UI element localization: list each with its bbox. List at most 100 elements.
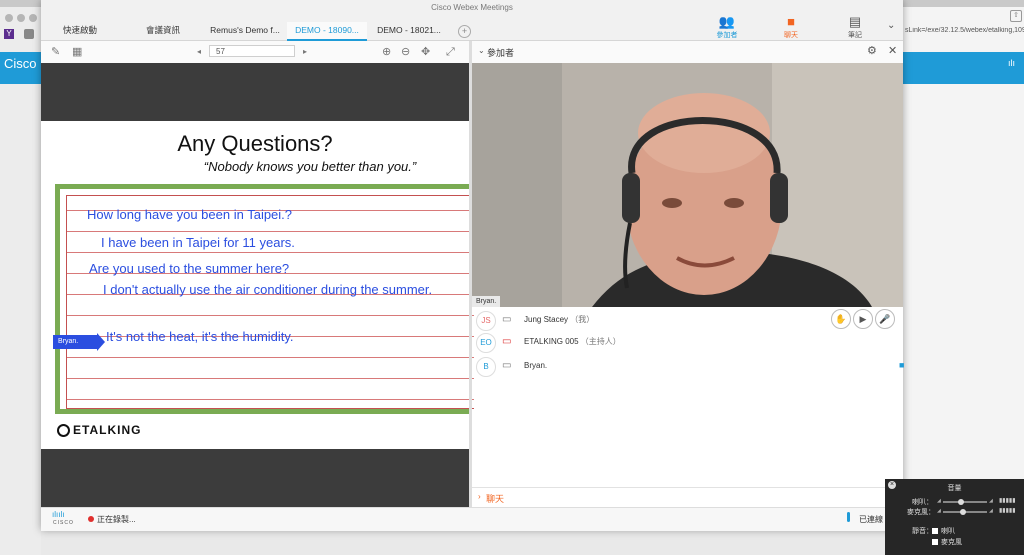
chat-button-label: 聊天 — [784, 32, 798, 39]
etalking-logo: ETALKING — [57, 423, 142, 438]
monitor-icon: ▭ — [502, 314, 512, 325]
tab-quick-start[interactable]: 快速啟動 — [41, 22, 119, 39]
browser-url-fragment: sLink=/exe/32.12.5/webex/etalking,1091 — [905, 27, 1024, 34]
participants-button-label: 參加者 — [716, 32, 738, 39]
mic-level-meter: ▮▮▮▮▮ — [999, 508, 1016, 514]
checkbox-icon — [932, 528, 938, 535]
monitor-icon: ▭ — [502, 360, 512, 371]
document-toolbar: ✎ ▦ ◂ 57 ▸ ⊕ ⊖ ✥ ⤢ — [41, 41, 469, 64]
mic-high-icon: ◢ — [989, 508, 993, 514]
fullscreen-icon[interactable]: ⤢ — [446, 45, 455, 59]
slide-line-5: It's not the heat, it's the humidity. — [106, 329, 294, 344]
tab-demo-18090[interactable]: DEMO - 18090... — [287, 22, 367, 41]
browser-right-area — [903, 7, 1024, 555]
mute-speaker-checkbox[interactable]: 喇叭 — [932, 526, 955, 536]
grid-icon[interactable]: ▦ — [72, 45, 82, 59]
speaker-volume-knob[interactable] — [958, 499, 964, 505]
expand-chevron-icon[interactable]: › — [478, 492, 481, 501]
slide-line-1: How long have you been in Taipei.? — [87, 207, 293, 222]
speaker-volume-slider[interactable] — [943, 499, 987, 505]
fit-view-icon[interactable]: ✥ — [421, 45, 430, 59]
slide-title: Any Questions? — [177, 131, 333, 156]
participant-row[interactable]: EO ▭ ETALKING 005 （主持人） — [472, 331, 903, 353]
participants-icon: 👥 — [718, 14, 736, 29]
window-title: Cisco Webex Meetings — [431, 3, 513, 12]
participants-panel-header: ⌄ 參加者 ⚙ ✕ — [472, 41, 903, 64]
notes-button[interactable]: ▤ 筆記 — [839, 14, 871, 40]
background-brand-bar-right — [903, 52, 1024, 84]
speaker-label: 喇叭： — [912, 499, 933, 506]
participants-button[interactable]: 👥 參加者 — [711, 14, 743, 40]
zoom-in-icon[interactable]: ⊕ — [382, 45, 391, 59]
pen-icon[interactable]: ✎ — [51, 45, 60, 59]
etalking-logo-icon — [57, 424, 70, 438]
window-zoom-dot[interactable] — [29, 14, 37, 22]
window-close-dot[interactable] — [5, 14, 13, 22]
volume-title: 音量 — [947, 485, 962, 492]
webex-window: Cisco Webex Meetings 快速啟動 會議資訊 Remus's D… — [41, 0, 905, 531]
tab-meeting-info[interactable]: 會議資訊 — [123, 22, 203, 39]
participant-row[interactable]: B ▭ Bryan. ■ — [472, 355, 905, 377]
etalking-logo-text: ETALKING — [73, 423, 142, 437]
slide-line-3: Are you used to the summer here? — [89, 261, 290, 276]
next-page-icon[interactable]: ▸ — [303, 45, 307, 59]
video-camera-icon: ■ — [899, 360, 905, 370]
video-name-label: Bryan. — [472, 296, 501, 307]
cisco-logo-icon: ılı — [1008, 58, 1016, 68]
annotation-pointer: Bryan. — [53, 333, 105, 351]
notes-icon: ▤ — [848, 14, 862, 29]
chat-button[interactable]: ■ 聊天 — [775, 14, 807, 40]
cisco-icon: ılıılı — [52, 510, 65, 519]
recording-status[interactable]: 正在錄製... — [97, 514, 136, 525]
gear-icon[interactable]: ⚙ — [867, 44, 877, 57]
lined-paper — [66, 195, 474, 409]
previous-page-icon[interactable]: ◂ — [197, 45, 201, 59]
yahoo-icon[interactable]: Y — [4, 29, 14, 39]
status-bar: ılıılı CISCO 正在錄製... 已連線 — [41, 507, 903, 531]
notes-button-label: 筆記 — [848, 32, 862, 39]
close-icon[interactable]: ✕ — [888, 44, 897, 57]
slide-line-4: I don't actually use the air conditioner… — [103, 282, 433, 297]
collapse-chevron-icon[interactable]: ⌄ — [478, 46, 485, 55]
microphone-icon — [847, 512, 850, 522]
mute-label: 靜音： — [912, 528, 933, 535]
monitor-muted-icon: ▭ — [502, 336, 512, 347]
participant-name: ETALKING 005 （主持人） — [524, 337, 621, 346]
chat-label: 聊天 — [486, 494, 505, 504]
recording-dot-icon — [88, 516, 94, 522]
volume-high-icon: ◢ — [989, 498, 993, 504]
mute-mic-checkbox[interactable]: 麥克風 — [932, 537, 962, 547]
panel-title: 參加者 — [487, 48, 515, 58]
connection-status: 已連線 — [859, 515, 883, 524]
slide-line-2: I have been in Taipei for 11 years. — [101, 235, 295, 250]
zoom-out-icon[interactable]: ⊖ — [401, 45, 410, 59]
tab-demo-18021[interactable]: DEMO - 18021... — [369, 22, 449, 39]
chat-bubble-icon: ■ — [787, 14, 795, 29]
participant-name: Bryan. — [524, 361, 548, 370]
avatar: EO — [476, 333, 496, 353]
slide-subtitle: “Nobody knows you better than you.” — [203, 159, 417, 174]
slide-margin-top — [41, 63, 469, 121]
bookmark-icon[interactable] — [24, 29, 34, 39]
video-image — [472, 63, 903, 307]
window-minimize-dot[interactable] — [17, 14, 25, 22]
participant-name: Jung Stacey （我） — [524, 315, 595, 324]
avatar: JS — [476, 311, 496, 331]
tab-remus-demo[interactable]: Remus's Demo f... — [205, 22, 285, 39]
browser-left-area — [0, 7, 41, 555]
background-brand-bar: Cisco — [0, 52, 41, 84]
title-bar: Cisco Webex Meetings 快速啟動 會議資訊 Remus's D… — [41, 0, 903, 41]
checkbox-icon — [932, 539, 938, 546]
participant-row[interactable]: JS ▭ Jung Stacey （我） — [472, 309, 903, 331]
add-tab-icon[interactable]: + — [458, 25, 471, 38]
mic-volume-slider[interactable] — [943, 509, 987, 515]
chat-panel-header[interactable]: › 聊天 — [472, 487, 903, 508]
presentation-slide: Any Questions? “Nobody knows you better … — [41, 121, 474, 449]
page-number-input[interactable]: 57 — [209, 45, 295, 57]
video-feed: Bryan. — [472, 63, 903, 307]
speaker-level-meter: ▮▮▮▮▮ — [999, 498, 1016, 504]
chevron-down-icon[interactable]: ⌄ — [887, 20, 895, 31]
share-icon[interactable]: ⇧ — [1010, 10, 1022, 22]
volume-panel: × 音量 喇叭： ◢ ◢ ▮▮▮▮▮ 麥克風： ◢ ◢ ▮▮▮▮▮ 靜音： 喇叭… — [885, 479, 1024, 555]
mic-volume-knob[interactable] — [960, 509, 966, 515]
